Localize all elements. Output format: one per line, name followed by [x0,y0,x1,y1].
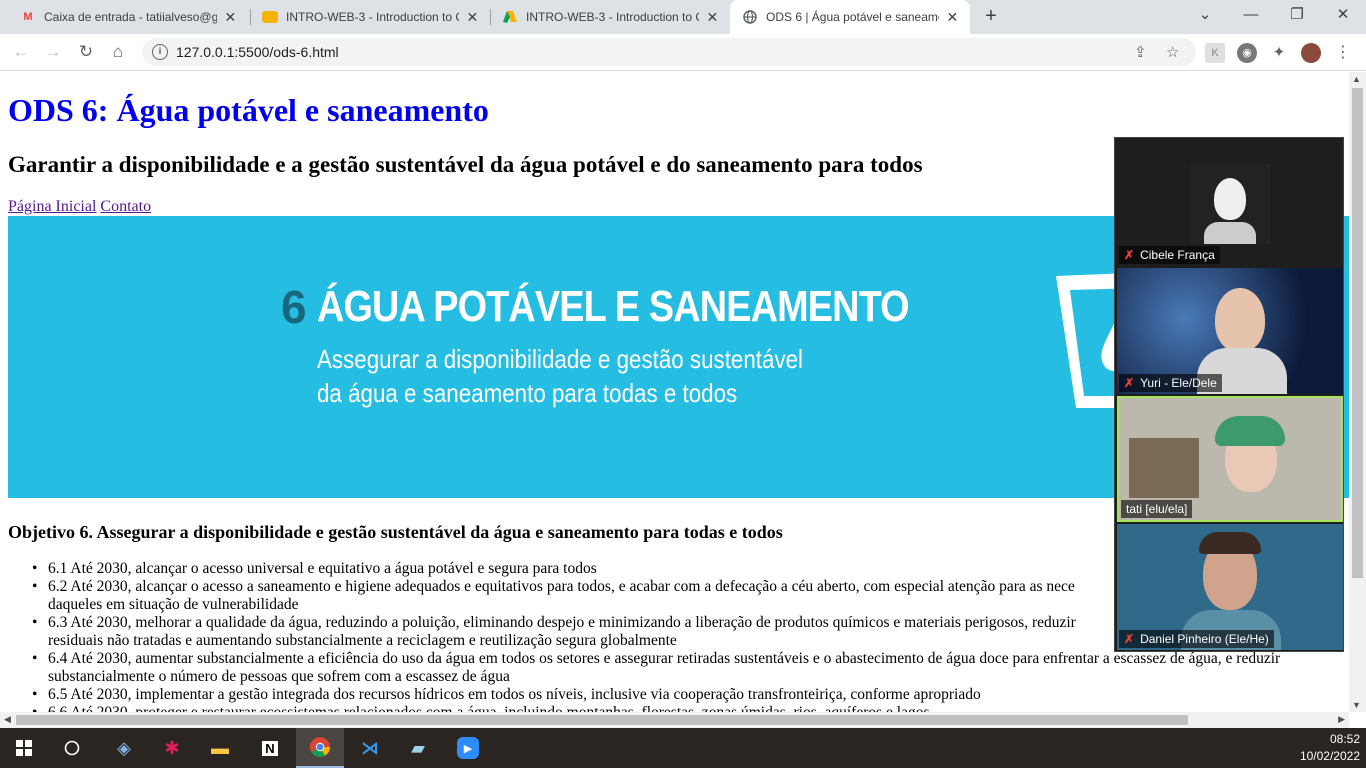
windows-start-icon[interactable] [0,728,48,768]
scroll-up-icon[interactable]: ▲ [1352,74,1361,84]
participant-name-label: ✗ Daniel Pinheiro (Ele/He) [1119,630,1274,648]
banner-subtitle: Assegurar a disponibilidade e gestão sus… [317,342,867,410]
profile-avatar[interactable] [1301,43,1321,63]
participant-tile[interactable]: ✗ Cibele França [1117,140,1343,266]
banner-subtitle-line: da água e saneamento para todas e todos [317,378,738,408]
participant-photo [1215,288,1265,352]
reload-icon[interactable]: ↻ [73,40,99,64]
globe-icon [742,9,758,25]
system-clock[interactable]: 08:52 10/02/2022 [1300,731,1360,765]
tab-drive[interactable]: INTRO-WEB-3 - Introduction to CSS ✕ [490,0,730,34]
extension-k-icon[interactable]: K [1205,43,1225,63]
participant-name-label: ✗ Yuri - Ele/Dele [1119,374,1222,392]
restore-button[interactable]: ❐ [1274,0,1320,32]
gmail-icon: M [23,11,33,23]
tab-title: ODS 6 | Água potável e saneamento [766,10,939,24]
notes-app-icon[interactable]: ▰ [394,728,442,768]
menu-kebab-icon[interactable]: ⋮ [1333,43,1353,63]
clock-time: 08:52 [1329,732,1360,746]
vertical-scrollbar[interactable]: ▲ ▼ [1349,72,1366,712]
participant-name: tati [elu/ela] [1126,502,1188,516]
address-bar[interactable]: i 127.0.0.1:5500/ods-6.html ⇪ ☆ [142,38,1196,66]
muted-mic-icon: ✗ [1124,248,1135,262]
cortana-search-icon[interactable] [48,728,96,768]
participant-tile[interactable]: ✗ Daniel Pinheiro (Ele/He) [1117,524,1343,650]
participant-tile-active-speaker[interactable]: tati [elu/ela] [1117,396,1343,522]
goal-item: 6.5 Até 2030, implementar a gestão integ… [8,686,1328,704]
participant-tile[interactable]: ✗ Yuri - Ele/Dele [1117,268,1343,394]
participant-name: Yuri - Ele/Dele [1140,376,1217,390]
tab-ods6[interactable]: ODS 6 | Água potável e saneamento ✕ [730,0,970,34]
notion-app-icon[interactable]: N [246,728,294,768]
horizontal-scroll-thumb[interactable] [16,715,1188,725]
close-icon[interactable]: ✕ [705,9,720,26]
close-window-button[interactable]: ✕ [1320,0,1366,32]
banner-title: ÁGUA POTÁVEL E SANEAMENTO [317,282,910,331]
participant-name-label: tati [elu/ela] [1121,500,1193,518]
browser-tab-strip: M Caixa de entrada - tatiialveso@gmail.c… [0,0,1366,34]
page-nav: Página Inicial Contato [8,198,151,216]
vertical-scroll-thumb[interactable] [1352,88,1363,578]
tab-search-icon[interactable]: ⌄ [1182,0,1228,32]
vscode-app-icon[interactable]: ⋊ [346,728,394,768]
close-icon[interactable]: ✕ [223,9,238,26]
tab-slides[interactable]: INTRO-WEB-3 - Introduction to CSS ✕ [250,0,490,34]
extensions-puzzle-icon[interactable]: ✦ [1269,43,1289,63]
zoom-app-icon[interactable]: ▶ [444,728,492,768]
participant-photo [1190,164,1270,244]
link-contact[interactable]: Contato [100,198,151,215]
tab-title: INTRO-WEB-3 - Introduction to CSS [526,10,699,24]
tab-title: Caixa de entrada - tatiialveso@gmail.com [44,10,217,24]
zoom-video-panel[interactable]: ✗ Cibele França ✗ Yuri - Ele/Dele tati [el… [1114,137,1344,652]
scroll-down-icon[interactable]: ▼ [1352,700,1361,710]
paint-app-icon[interactable]: ◈ [100,728,148,768]
url-text[interactable]: 127.0.0.1:5500/ods-6.html [176,44,339,60]
minimize-button[interactable]: — [1228,0,1274,32]
browser-toolbar: ← → ↻ ⌂ i 127.0.0.1:5500/ods-6.html ⇪ ☆ … [0,34,1366,71]
muted-mic-icon: ✗ [1124,632,1135,646]
close-icon[interactable]: ✕ [945,9,960,26]
new-tab-button[interactable]: + [980,6,1002,28]
page-subtitle: Garantir a disponibilidade e a gestão su… [8,152,923,177]
close-icon[interactable]: ✕ [465,9,480,26]
home-icon[interactable]: ⌂ [105,40,131,64]
page-title: ODS 6: Água potável e saneamento [8,92,489,128]
goal-item-continuation: substancialmente o número de pessoas que… [48,668,510,685]
windows-taskbar: ◈ ✱ ▬ N ⋊ ▰ ▶ 08:52 10/02/2022 [0,728,1366,768]
slack-app-icon[interactable]: ✱ [148,728,196,768]
tab-gmail[interactable]: M Caixa de entrada - tatiialveso@gmail.c… [8,0,248,34]
bookmark-star-icon[interactable]: ☆ [1166,43,1179,61]
slides-icon [262,11,278,23]
file-explorer-icon[interactable]: ▬ [196,728,244,768]
tab-title: INTRO-WEB-3 - Introduction to CSS [286,10,459,24]
participant-name: Cibele França [1140,248,1215,262]
objective-heading: Objetivo 6. Assegurar a disponibilidade … [8,522,783,542]
goal-item: 6.4 Até 2030, aumentar substancialmente … [8,650,1328,668]
link-home[interactable]: Página Inicial [8,198,96,215]
banner-subtitle-line: Assegurar a disponibilidade e gestão sus… [317,344,804,374]
scroll-right-icon[interactable]: ▶ [1338,714,1345,725]
muted-mic-icon: ✗ [1124,376,1135,390]
forward-icon[interactable]: → [40,40,66,64]
drive-icon [502,9,518,25]
participant-name-label: ✗ Cibele França [1119,246,1220,264]
horizontal-scrollbar[interactable]: ◀ ▶ [0,712,1349,728]
goal-item: 6.6 Até 2030, proteger e restaurar ecoss… [8,704,1328,712]
chrome-app-icon[interactable] [296,728,344,768]
share-icon[interactable]: ⇪ [1134,43,1147,61]
extension-globe-icon[interactable]: ◉ [1237,43,1257,63]
site-info-icon[interactable]: i [152,44,168,60]
banner-number: 6 [281,281,307,333]
scroll-left-icon[interactable]: ◀ [4,714,11,725]
clock-date: 10/02/2022 [1299,749,1360,763]
back-icon[interactable]: ← [8,40,34,64]
participant-name: Daniel Pinheiro (Ele/He) [1140,632,1269,646]
